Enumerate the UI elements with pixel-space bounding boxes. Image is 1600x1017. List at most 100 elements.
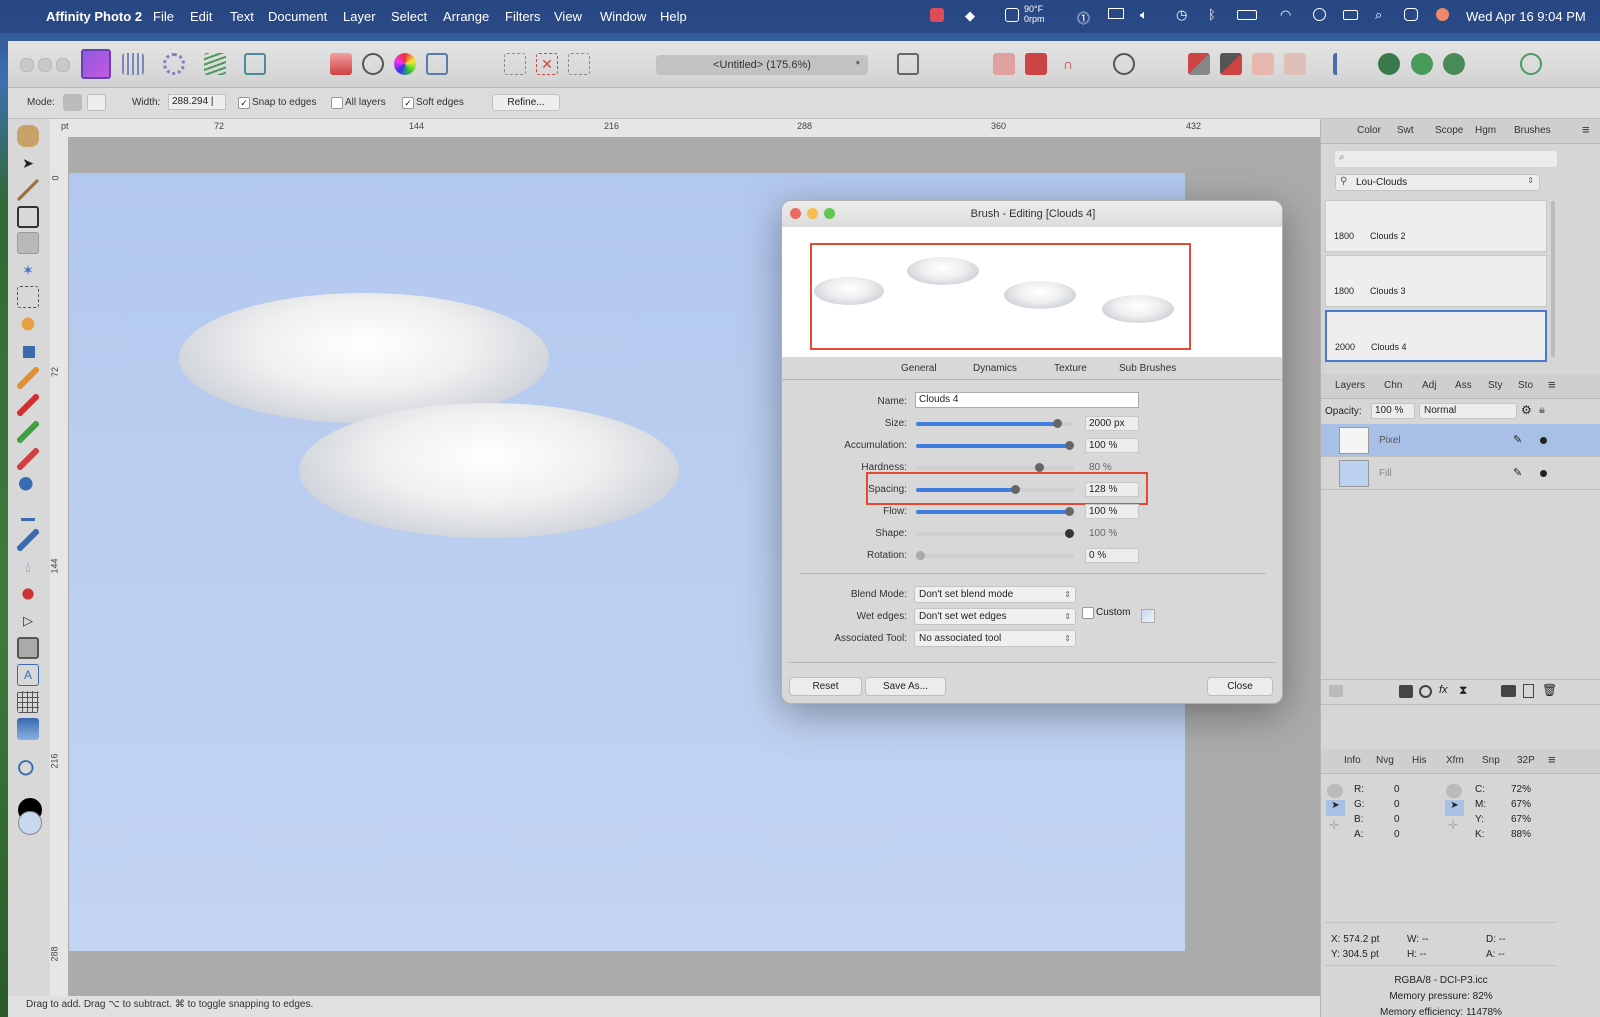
menu-view[interactable]: View [554, 9, 582, 24]
notification-app-icon[interactable] [930, 8, 944, 22]
brush-item[interactable]: 1800 Clouds 3 [1325, 255, 1547, 307]
menu-document[interactable]: Document [268, 9, 327, 24]
tab-navigator[interactable]: Nvg [1376, 755, 1394, 766]
place-image-icon[interactable] [17, 718, 39, 740]
clone-stamp-icon[interactable] [17, 502, 39, 524]
flow-slider[interactable] [916, 507, 1074, 516]
mode-add-button[interactable] [87, 94, 106, 111]
spotlight-search-icon[interactable]: ⌕ [1375, 7, 1382, 23]
boolean-add-icon[interactable] [1378, 53, 1400, 75]
tab-swatches[interactable]: Swt [1397, 125, 1414, 136]
bluetooth-icon[interactable]: ᛒ [1208, 7, 1216, 22]
text-tool-icon[interactable]: A [17, 664, 39, 686]
fx-icon[interactable]: fx [1439, 684, 1448, 696]
red-eye-tool-icon[interactable] [17, 313, 39, 335]
all-layers-checkbox[interactable] [331, 97, 343, 109]
menu-arrange[interactable]: Arrange [443, 9, 489, 24]
time-machine-icon[interactable]: ◷ [1176, 7, 1187, 23]
adjustment-icon[interactable] [1419, 685, 1432, 698]
marquee-tool-icon[interactable] [17, 286, 39, 308]
weather-icon[interactable] [1005, 8, 1019, 22]
pixel-tool-icon[interactable] [17, 421, 39, 443]
erase-brush-icon[interactable] [17, 367, 39, 389]
custom-checkbox[interactable] [1082, 607, 1094, 619]
auto-contrast-icon[interactable] [362, 53, 384, 75]
menu-select[interactable]: Select [391, 9, 427, 24]
volume-icon[interactable]: 🔈︎ [1140, 7, 1148, 23]
tab-styles[interactable]: Sty [1488, 380, 1502, 391]
brush-search-input[interactable]: ⌕ [1335, 151, 1557, 167]
color-picker-mode-icon[interactable] [1327, 784, 1343, 798]
menu-help[interactable]: Help [660, 9, 687, 24]
menu-app-name[interactable]: Affinity Photo 2 [46, 9, 142, 24]
tab-32bit-preview[interactable]: 32P [1517, 755, 1535, 766]
menu-edit[interactable]: Edit [190, 9, 212, 24]
weather-readout[interactable]: 90°F 0rpm [1024, 4, 1045, 24]
boolean-subtract-icon[interactable] [1411, 53, 1433, 75]
view-tool-hand-icon[interactable] [17, 125, 39, 147]
tab-assets[interactable]: Ass [1455, 380, 1472, 391]
panel-menu-icon[interactable]: ≡ [1548, 752, 1556, 767]
accumulation-value[interactable]: 100 % [1085, 438, 1139, 453]
smudge-tool-icon[interactable] [17, 529, 39, 551]
wet-edges-select[interactable]: Don't set wet edges ⇕ [914, 608, 1076, 625]
wifi-icon[interactable]: ◠ [1280, 7, 1291, 23]
tab-dynamics[interactable]: Dynamics [973, 363, 1017, 374]
tab-histogram[interactable]: Hgm [1475, 125, 1496, 136]
sponge-tool-icon[interactable] [17, 583, 39, 605]
layer-name[interactable]: Pixel [1379, 435, 1401, 446]
blur-brush-icon[interactable]: 💧︎ [17, 556, 39, 578]
invert-selection-icon[interactable] [568, 53, 590, 75]
levels-icon[interactable] [330, 53, 352, 75]
opacity-input[interactable]: 100 % [1371, 403, 1415, 419]
rotation-value[interactable]: 0 % [1085, 548, 1139, 563]
brush-icon[interactable]: ✎ [1513, 433, 1522, 446]
export-persona-icon[interactable] [244, 53, 266, 75]
menu-window[interactable]: Window [600, 9, 646, 24]
associated-tool-select[interactable]: No associated tool ⇕ [914, 630, 1076, 647]
dodge-tool-icon[interactable] [17, 475, 39, 497]
lock-icon[interactable]: 🔒︎ [1539, 404, 1545, 417]
menu-clock[interactable]: Wed Apr 16 9:04 PM [1466, 9, 1586, 24]
tab-sub-brushes[interactable]: Sub Brushes [1119, 363, 1176, 374]
assistant-icon[interactable] [1025, 53, 1047, 75]
deselect-icon[interactable]: ✕ [536, 53, 558, 75]
zoom-tool-icon[interactable] [17, 759, 39, 781]
shape-slider[interactable] [916, 529, 1074, 538]
auto-white-balance-icon[interactable] [426, 53, 448, 75]
fill-tool-icon[interactable] [17, 340, 39, 362]
color-picker-icon[interactable] [17, 179, 39, 201]
develop-persona-icon[interactable] [163, 53, 185, 75]
healing-brush-icon[interactable] [17, 448, 39, 470]
move-front-icon[interactable] [1188, 53, 1210, 75]
flow-value[interactable]: 100 % [1085, 504, 1139, 519]
crosshair-icon[interactable]: ✛ [1329, 818, 1339, 832]
menu-layer[interactable]: Layer [343, 9, 376, 24]
brushes-scrollbar[interactable] [1551, 201, 1555, 357]
snapping-magnet-icon[interactable]: ∩ [1057, 53, 1079, 75]
tab-info[interactable]: Info [1344, 755, 1361, 766]
rectangle-tool-icon[interactable] [17, 637, 39, 659]
layer-stack-icon[interactable] [1329, 685, 1343, 697]
width-input[interactable]: 288.294 | [168, 94, 226, 110]
wet-edges-swatch[interactable] [1141, 609, 1155, 623]
tab-adjustments[interactable]: Adj [1422, 380, 1436, 391]
tab-brushes[interactable]: Brushes [1514, 125, 1551, 136]
window-zoom-button[interactable] [56, 58, 70, 72]
tab-history[interactable]: His [1412, 755, 1426, 766]
photo-persona-icon[interactable] [81, 49, 111, 79]
battery-icon[interactable] [1237, 10, 1257, 20]
crosshair-icon[interactable]: ✛ [1448, 818, 1458, 832]
mode-new-button[interactable] [63, 94, 82, 111]
color-picker-mode-icon[interactable] [1446, 784, 1462, 798]
gear-icon[interactable]: ⚙ [1521, 403, 1532, 417]
secondary-color-swatch[interactable] [18, 811, 42, 835]
move-back-icon[interactable] [1220, 53, 1242, 75]
layer-row[interactable]: Fill ✎ [1321, 457, 1600, 490]
tab-channels[interactable]: Chn [1384, 380, 1402, 391]
flood-select-icon[interactable]: ✶ [17, 259, 39, 281]
document-tab[interactable]: <Untitled> (175.6%) * [656, 55, 868, 75]
mask-icon[interactable] [1399, 685, 1413, 698]
move-backward-icon[interactable] [1284, 53, 1306, 75]
tab-texture[interactable]: Texture [1054, 363, 1087, 374]
